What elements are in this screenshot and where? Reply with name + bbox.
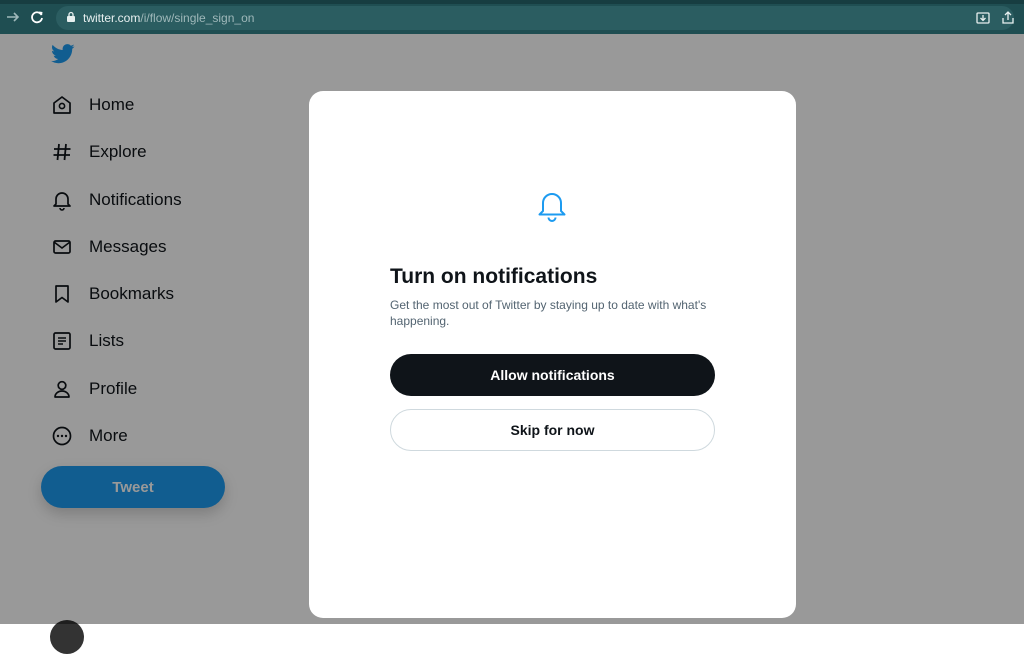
install-app-icon[interactable] [975, 10, 991, 26]
address-bar[interactable]: twitter.com/i/flow/single_sign_on [56, 6, 1014, 30]
reload-icon [31, 11, 43, 24]
avatar[interactable] [50, 620, 84, 654]
lock-icon [67, 11, 75, 22]
reload-button[interactable] [28, 8, 46, 26]
forward-button[interactable] [4, 8, 22, 26]
notifications-dialog: Turn on notifications Get the most out o… [309, 91, 796, 618]
browser-tab-strip [0, 0, 1024, 4]
browser-toolbar: twitter.com/i/flow/single_sign_on [0, 0, 1024, 34]
skip-for-now-button[interactable]: Skip for now [390, 409, 715, 451]
url-path: /i/flow/single_sign_on [140, 11, 255, 25]
allow-notifications-button[interactable]: Allow notifications [390, 354, 715, 396]
bell-icon [538, 193, 566, 222]
url-text: twitter.com/i/flow/single_sign_on [83, 11, 254, 25]
dialog-title: Turn on notifications [390, 265, 598, 288]
arrow-right-icon [7, 12, 20, 22]
dialog-description: Get the most out of Twitter by staying u… [390, 298, 707, 328]
url-domain: twitter.com [83, 11, 141, 25]
share-icon[interactable] [1000, 10, 1016, 26]
